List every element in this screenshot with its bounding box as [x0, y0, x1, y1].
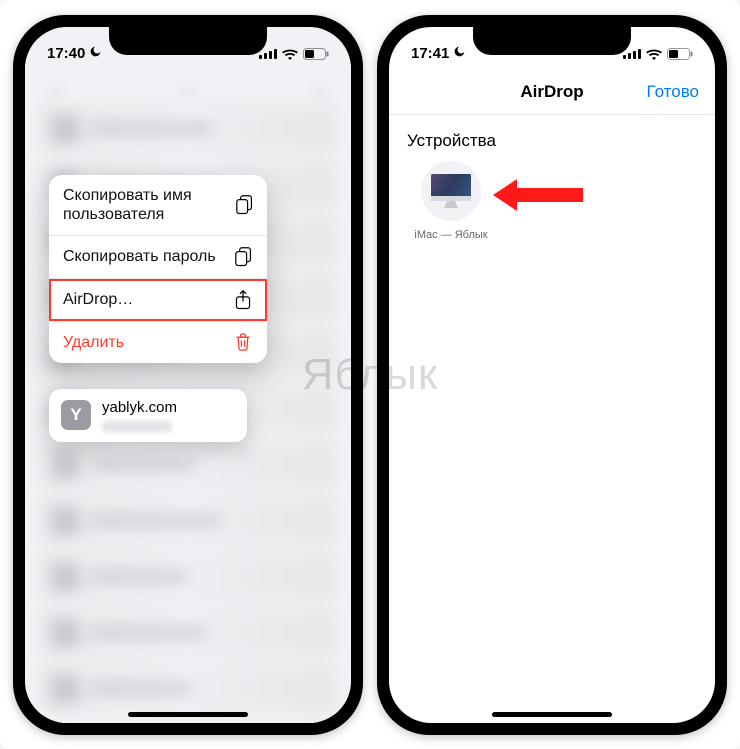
notch	[473, 27, 631, 55]
wifi-icon	[282, 48, 298, 60]
menu-delete-label: Удалить	[63, 333, 124, 352]
nav-bar: AirDrop Готово	[389, 71, 715, 115]
dnd-moon-icon	[453, 45, 466, 61]
airdrop-device[interactable]: iMac — Яблык	[413, 161, 489, 242]
iphone-mockup-left: 17:40	[13, 15, 363, 735]
copy-icon	[233, 247, 253, 267]
home-indicator[interactable]	[128, 712, 248, 717]
context-menu: Скопировать имя пользователя Скопировать…	[49, 175, 267, 364]
notch	[109, 27, 267, 55]
trash-icon	[233, 333, 253, 351]
home-indicator[interactable]	[492, 712, 612, 717]
site-avatar: Y	[61, 400, 91, 430]
menu-copy-password-label: Скопировать пароль	[63, 247, 216, 266]
battery-icon	[303, 48, 329, 60]
copy-icon	[236, 195, 253, 215]
cellular-signal-icon	[259, 48, 277, 59]
menu-copy-username-label: Скопировать имя пользователя	[63, 186, 236, 224]
status-time: 17:41	[411, 45, 449, 62]
status-time: 17:40	[47, 45, 85, 62]
iphone-mockup-right: 17:41	[377, 15, 727, 735]
menu-airdrop[interactable]: AirDrop…	[49, 279, 267, 322]
menu-copy-username[interactable]: Скопировать имя пользователя	[49, 175, 267, 236]
password-preview-card[interactable]: Y yablyk.com	[49, 389, 247, 442]
nav-title: AirDrop	[520, 82, 583, 102]
dnd-moon-icon	[89, 45, 102, 61]
menu-copy-password[interactable]: Скопировать пароль	[49, 236, 267, 279]
menu-airdrop-label: AirDrop…	[63, 290, 133, 309]
devices-section-header: Устройства	[407, 131, 496, 151]
share-icon	[233, 290, 253, 310]
cellular-signal-icon	[623, 48, 641, 59]
blurred-password-list: ———	[25, 27, 351, 723]
device-name-label: iMac — Яблык	[414, 229, 487, 242]
battery-icon	[667, 48, 693, 60]
site-name: yablyk.com	[102, 399, 177, 416]
imac-icon	[421, 161, 481, 221]
wifi-icon	[646, 48, 662, 60]
menu-delete[interactable]: Удалить	[49, 322, 267, 363]
done-button[interactable]: Готово	[647, 82, 700, 102]
blurred-username	[102, 421, 172, 432]
annotation-arrow-icon	[493, 177, 583, 218]
